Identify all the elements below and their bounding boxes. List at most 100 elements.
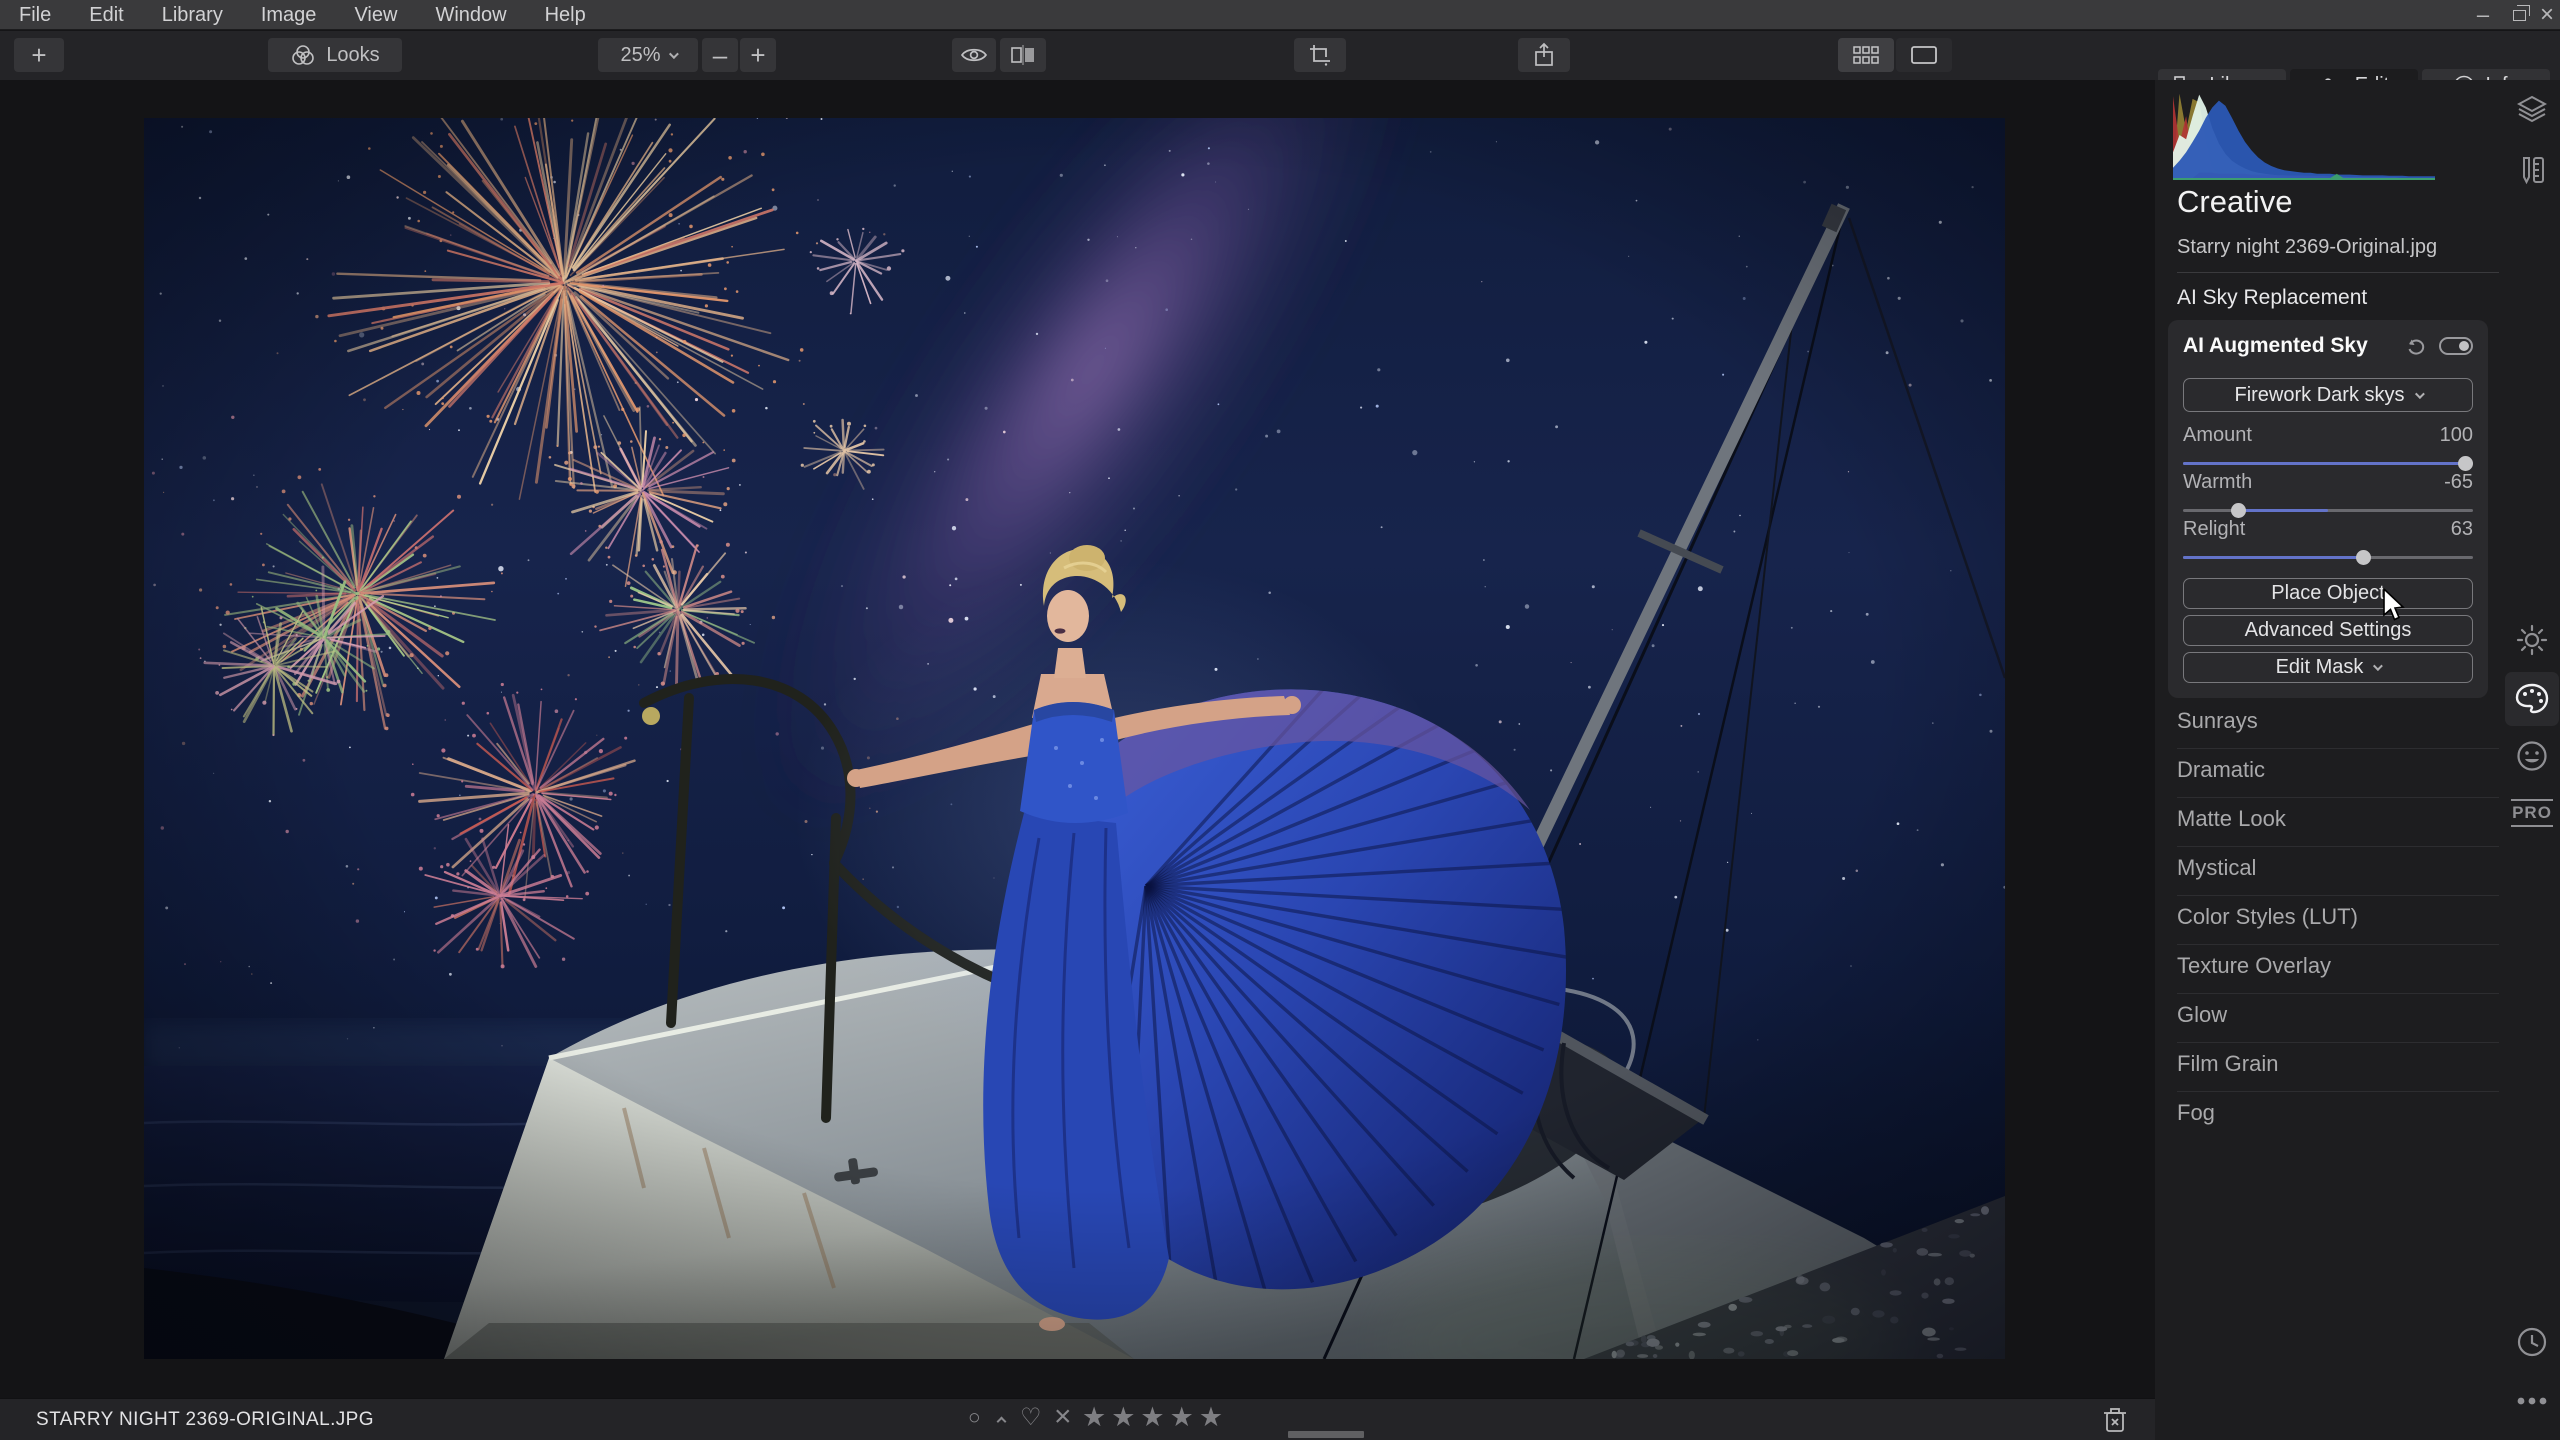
sky-preset-dropdown[interactable]: Firework Dark skys xyxy=(2183,378,2473,412)
favorite-heart-icon[interactable]: ♡ xyxy=(1020,1403,1042,1432)
three-dots-icon xyxy=(2516,1396,2548,1406)
share-export-icon xyxy=(1533,42,1555,68)
enable-toggle[interactable] xyxy=(2439,337,2473,355)
essentials-tab-button[interactable] xyxy=(2512,620,2552,660)
tool-color-styles-lut[interactable]: Color Styles (LUT) xyxy=(2155,896,2560,945)
slider-track[interactable] xyxy=(2183,550,2473,565)
slider-amount[interactable]: Amount 100 xyxy=(2183,424,2473,471)
tool-mystical[interactable]: Mystical xyxy=(2155,847,2560,896)
histogram xyxy=(2173,88,2435,180)
slider-relight[interactable]: Relight63 xyxy=(2183,518,2473,565)
edited-file-name: Starry night 2369-Original.jpg xyxy=(2177,236,2437,259)
chevron-down-icon xyxy=(2373,661,2383,671)
minimize-button[interactable]: – xyxy=(2466,0,2500,30)
ai-augmented-sky-card: AI Augmented Sky Firework Dark skys Amou… xyxy=(2168,320,2488,698)
smiley-face-icon xyxy=(2516,740,2548,772)
layers-icon xyxy=(2517,95,2547,123)
divider xyxy=(2177,272,2499,273)
tool-label: Dramatic xyxy=(2177,757,2265,783)
reset-undo-icon[interactable] xyxy=(2405,336,2427,356)
color-label-circle-icon[interactable]: ○ xyxy=(968,1406,981,1430)
tool-texture-overlay[interactable]: Texture Overlay xyxy=(2155,945,2560,994)
tool-label: Texture Overlay xyxy=(2177,953,2331,979)
creative-tools-list: Sunrays Dramatic Matte Look Mystical Color S… xyxy=(2155,700,2560,1141)
crop-button[interactable] xyxy=(1294,38,1346,72)
tool-ai-sky-replacement[interactable]: AI Sky Replacement xyxy=(2177,286,2367,310)
edit-mask-button[interactable]: Edit Mask xyxy=(2183,652,2473,683)
slider-value: -65 xyxy=(2444,471,2473,494)
layers-button[interactable] xyxy=(2512,89,2552,129)
history-button[interactable] xyxy=(2512,1322,2552,1362)
slider-label: Amount xyxy=(2183,424,2252,447)
looks-venn-icon xyxy=(290,44,316,66)
application-window: FileEditLibraryImageViewWindowHelp – × +… xyxy=(0,0,2560,1440)
toggle-knob xyxy=(2459,341,2469,351)
grid-view-button[interactable] xyxy=(1838,38,1894,72)
pro-label: PRO xyxy=(2511,799,2553,827)
restore-button[interactable] xyxy=(2504,0,2534,30)
color-label-chevron-icon[interactable] xyxy=(997,1417,1007,1427)
share-button[interactable] xyxy=(1518,38,1570,72)
menu-help[interactable]: Help xyxy=(526,0,605,30)
tool-glow[interactable]: Glow xyxy=(2155,994,2560,1043)
slider-warmth[interactable]: Warmth-65 xyxy=(2183,471,2473,518)
top-toolbar: + Looks 25% – + xyxy=(0,31,2560,80)
place-object-button[interactable]: Place Object xyxy=(2183,578,2473,609)
portrait-tab-button[interactable] xyxy=(2512,736,2552,776)
tool-matte-look[interactable]: Matte Look xyxy=(2155,798,2560,847)
sky-preset-value: Firework Dark skys xyxy=(2234,384,2404,407)
zoom-in-button[interactable]: + xyxy=(740,38,776,72)
tool-label: Matte Look xyxy=(2177,806,2286,832)
more-options-button[interactable] xyxy=(2512,1381,2552,1421)
tool-dramatic[interactable]: Dramatic xyxy=(2155,749,2560,798)
menu-bar: FileEditLibraryImageViewWindowHelp – × xyxy=(0,0,2560,30)
slider-value: 100 xyxy=(2440,424,2473,447)
place-object-label: Place Object xyxy=(2271,582,2384,605)
edit-mask-label: Edit Mask xyxy=(2276,656,2364,679)
menu-file[interactable]: File xyxy=(0,0,70,30)
close-button[interactable]: × xyxy=(2534,0,2560,30)
single-view-button[interactable] xyxy=(1896,38,1952,72)
slider-thumb[interactable] xyxy=(2231,503,2246,518)
advanced-settings-button[interactable]: Advanced Settings xyxy=(2183,615,2473,646)
tool-film-grain[interactable]: Film Grain xyxy=(2155,1043,2560,1092)
menu-image[interactable]: Image xyxy=(242,0,336,30)
tool-label: Fog xyxy=(2177,1100,2215,1126)
professional-tab-button[interactable]: PRO xyxy=(2512,793,2552,833)
tool-label: Color Styles (LUT) xyxy=(2177,904,2358,930)
tool-label: Glow xyxy=(2177,1002,2227,1028)
slider-label: Relight xyxy=(2183,518,2245,541)
menu-edit[interactable]: Edit xyxy=(70,0,142,30)
menu-library[interactable]: Library xyxy=(143,0,242,30)
slider-track[interactable] xyxy=(2183,456,2473,471)
reject-x-icon[interactable]: × xyxy=(1054,1400,1072,1434)
taskbar-hint-line xyxy=(1288,1431,1364,1438)
mouse-cursor xyxy=(2382,588,2408,624)
tool-fog[interactable]: Fog xyxy=(2155,1092,2560,1141)
photo-starry-night[interactable] xyxy=(144,118,2005,1359)
canvas-area[interactable] xyxy=(0,80,2155,1398)
slider-track[interactable] xyxy=(2183,503,2473,518)
slider-thumb[interactable] xyxy=(2458,456,2473,471)
creative-tab-button[interactable] xyxy=(2512,679,2552,719)
looks-button[interactable]: Looks xyxy=(268,38,402,72)
slider-thumb[interactable] xyxy=(2356,550,2371,565)
compare-button[interactable] xyxy=(1000,38,1046,72)
star-rating[interactable]: ★★★★★ xyxy=(1082,1402,1228,1433)
tool-sunrays[interactable]: Sunrays xyxy=(2155,700,2560,749)
looks-label: Looks xyxy=(326,44,379,67)
edit-panel: Creative Starry night 2369-Original.jpg … xyxy=(2155,80,2560,1440)
vignette xyxy=(144,118,2005,1359)
zoom-out-button[interactable]: – xyxy=(702,38,738,72)
remove-photo-button[interactable] xyxy=(2102,1406,2128,1439)
edit-tools-button[interactable] xyxy=(2512,150,2552,190)
preview-eye-button[interactable] xyxy=(952,38,996,72)
crop-icon xyxy=(1308,43,1332,67)
menu-view[interactable]: View xyxy=(335,0,416,30)
add-button[interactable]: + xyxy=(14,38,64,72)
menu-items: FileEditLibraryImageViewWindowHelp xyxy=(0,0,605,30)
menu-window[interactable]: Window xyxy=(416,0,525,30)
clock-icon xyxy=(2516,1326,2548,1358)
bottom-bar: STARRY NIGHT 2369-ORIGINAL.JPG ○ ♡ × ★★★… xyxy=(0,1398,2155,1440)
zoom-level-select[interactable]: 25% xyxy=(598,38,698,72)
